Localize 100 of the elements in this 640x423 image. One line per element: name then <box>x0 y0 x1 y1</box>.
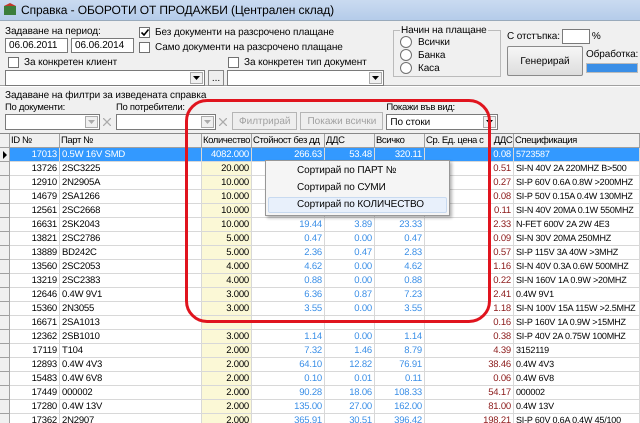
table-cell: 1.14 <box>375 330 425 344</box>
table-cell: 4.000 <box>202 260 252 274</box>
column-header[interactable]: Количество <box>202 134 252 148</box>
table-cell: BD242C <box>60 246 202 260</box>
checkbox[interactable] <box>139 42 150 52</box>
table-cell: 17119 <box>10 344 60 358</box>
generate-button[interactable]: Генерирай <box>507 46 583 76</box>
checkbox-label: За конкретен тип документ <box>244 56 367 68</box>
table-cell: 0.22 <box>425 274 514 288</box>
table-cell: 2.000 <box>202 344 252 358</box>
table-cell: 19.44 <box>252 218 325 232</box>
table-cell: 0.4W 4V3 <box>60 358 202 372</box>
table-cell: 0.88 <box>375 274 425 288</box>
table-cell: SI-N 100V 15A 115W >2.5MHZ <box>514 302 640 316</box>
table-cell: 0.00 <box>325 330 375 344</box>
table-cell: 0.4W 6V8 <box>514 372 640 386</box>
table-cell: SI-N 160V 1A 0.9W >20MHZ <box>514 274 640 288</box>
table-cell: 0.4W 13V <box>514 400 640 414</box>
view-label: Покажи във вид: <box>386 102 456 113</box>
document-type-dropdown[interactable] <box>227 70 384 86</box>
table-cell: 10.000 <box>202 218 252 232</box>
table-cell: N-FET 600V 2A 2W 4E3 <box>514 218 640 232</box>
column-header[interactable]: Всичко <box>375 134 425 148</box>
column-header[interactable]: ДДС <box>325 134 375 148</box>
column-header[interactable]: Парт № <box>60 134 202 148</box>
table-cell: 13821 <box>10 232 60 246</box>
table-cell: 20.000 <box>202 162 252 176</box>
table-cell: 5.000 <box>202 246 252 260</box>
table-cell: 0.88 <box>252 274 325 288</box>
date-field[interactable]: 06.06.2014 <box>71 38 134 53</box>
checkbox[interactable] <box>139 26 150 38</box>
radio-button[interactable] <box>400 36 412 48</box>
checkbox[interactable] <box>8 56 19 68</box>
column-header[interactable]: Спецификация <box>514 134 640 148</box>
percent-label: % <box>592 31 601 42</box>
table-cell: 13219 <box>10 274 60 288</box>
radio-button[interactable] <box>400 49 412 61</box>
users-dropdown[interactable] <box>116 114 216 130</box>
table-cell: 2N3055 <box>60 302 202 316</box>
radio-button[interactable] <box>400 62 412 74</box>
table-cell: 1.18 <box>425 302 514 316</box>
table-cell: 0.00 <box>325 260 375 274</box>
column-header[interactable]: Ср. Ед. цена с ДДС <box>425 134 514 148</box>
menu-item[interactable]: Сортирай по КОЛИЧЕСТВО <box>268 197 447 213</box>
clear-icon[interactable] <box>101 115 113 129</box>
table-cell: 2.000 <box>202 358 252 372</box>
documents-dropdown[interactable] <box>5 114 100 130</box>
row-indicator[interactable] <box>0 148 10 162</box>
table-cell: 198.21 <box>425 414 514 423</box>
table-cell: 15483 <box>10 372 60 386</box>
table-cell: 2SA1013 <box>60 316 202 330</box>
clear-icon[interactable] <box>217 115 229 129</box>
table-cell: 13726 <box>10 162 60 176</box>
table-cell: 000002 <box>60 386 202 400</box>
table-cell: 18.06 <box>325 386 375 400</box>
table-cell: 000002 <box>514 386 640 400</box>
table-cell: 3.000 <box>202 288 252 302</box>
table-cell: 2SA1266 <box>60 190 202 204</box>
table-cell: 1.14 <box>252 330 325 344</box>
browse-button[interactable]: ... <box>208 70 224 86</box>
view-dropdown[interactable]: По стоки <box>386 114 498 130</box>
table-cell: 7.32 <box>252 344 325 358</box>
table-cell: 17280 <box>10 400 60 414</box>
table-cell: 4082.000 <box>202 148 252 162</box>
column-header[interactable]: ID № <box>10 134 60 148</box>
table-cell: 17362 <box>10 414 60 423</box>
table-cell: 0.4W 6V8 <box>60 372 202 386</box>
radio-label: Каса <box>418 62 440 74</box>
table-cell: SI-N 30V 20MA 250MHZ <box>514 232 640 246</box>
table-cell: SI-P 160V 1A 0.9W >15MHZ <box>514 316 640 330</box>
table-cell: 5.000 <box>202 232 252 246</box>
checkbox[interactable] <box>228 56 239 68</box>
table-cell: 4.39 <box>425 344 514 358</box>
discount-label: С отстъпка: <box>507 31 560 42</box>
table-cell: 12893 <box>10 358 60 372</box>
group-title: Задаване на филтри за изведената справка <box>5 90 208 101</box>
table-cell: 2.000 <box>202 386 252 400</box>
table-cell: 0.00 <box>325 302 375 316</box>
caret-icon[interactable] <box>369 72 382 84</box>
caret-icon[interactable] <box>190 72 203 84</box>
table-cell: 2SB1010 <box>60 330 202 344</box>
discount-field[interactable] <box>562 29 590 44</box>
date-field[interactable]: 06.06.2011 <box>5 38 68 53</box>
table-cell: 13889 <box>10 246 60 260</box>
table-cell: SI-P 60V 0.6A 0.4W 45/100 <box>514 414 640 423</box>
table-cell: 2.36 <box>252 246 325 260</box>
group-title: Начин на плащане <box>400 25 488 36</box>
table-cell: 3.89 <box>325 218 375 232</box>
table-cell: T104 <box>60 344 202 358</box>
client-dropdown[interactable] <box>5 70 205 86</box>
table-cell: SI-P 115V 3A 40W >3MHZ <box>514 246 640 260</box>
table-cell: SI-N 40V 2A 220MHZ B>500 <box>514 162 640 176</box>
table-cell: 162.00 <box>375 400 425 414</box>
table-cell: 3.000 <box>202 302 252 316</box>
column-header[interactable]: Стойност без дд <box>252 134 325 148</box>
table-cell: 12646 <box>10 288 60 302</box>
table-cell: 2SC2053 <box>60 260 202 274</box>
table-cell: 54.17 <box>425 386 514 400</box>
table-cell: 2SK2043 <box>60 218 202 232</box>
checkbox-label: За конкретен клиент <box>24 56 118 68</box>
